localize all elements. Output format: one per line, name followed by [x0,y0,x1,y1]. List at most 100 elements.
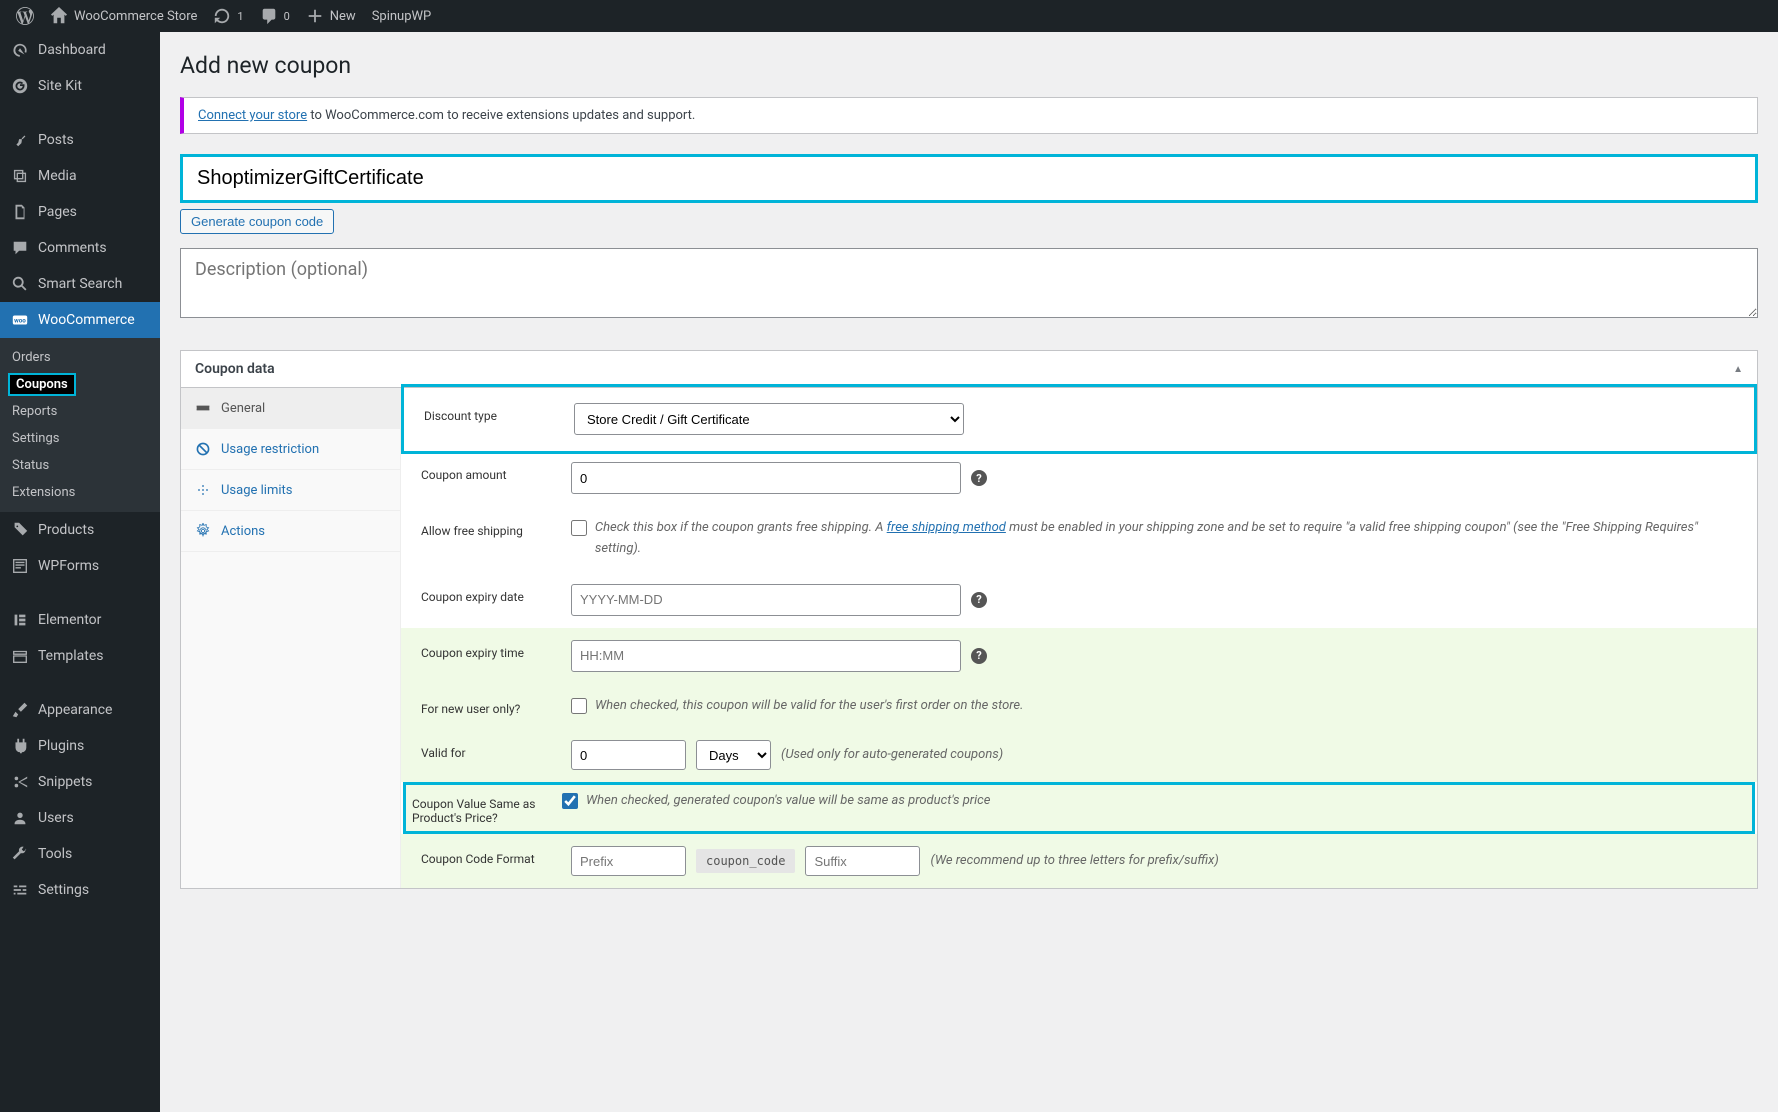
sidebar-item-label: Products [38,522,94,538]
expiry-date-input[interactable] [571,584,961,616]
wordpress-icon [16,7,34,25]
sidebar-item-comments[interactable]: Comments [0,230,160,266]
pages-icon [10,202,30,222]
sidebar-item-wpforms[interactable]: WPForms [0,548,160,584]
code-format-note: (We recommend up to three letters for pr… [930,851,1218,872]
update-count: 1 [237,10,243,23]
sidebar-item-appearance[interactable]: Appearance [0,692,160,728]
tab-actions[interactable]: Actions [181,511,400,552]
row-same-as-price: Coupon Value Same as Product's Price? Wh… [403,782,1755,834]
sidebar-item-media[interactable]: Media [0,158,160,194]
sidebar-item-plugins[interactable]: Plugins [0,728,160,764]
help-icon[interactable]: ? [971,470,987,486]
free-shipping-note: Check this box if the coupon grants free… [595,518,1737,560]
notice-text: to WooCommerce.com to receive extensions… [307,108,695,123]
new-user-checkbox[interactable] [571,698,587,714]
sidebar-item-settings[interactable]: Settings [0,872,160,908]
help-icon[interactable]: ? [971,648,987,664]
main-content: Add new coupon Connect your store to Woo… [160,32,1778,1112]
sidebar-item-templates[interactable]: Templates [0,638,160,674]
admin-bar: WooCommerce Store 1 0 New SpinupWP [0,0,1778,32]
panel-heading: Coupon data ▲ [181,351,1757,388]
users-icon [10,808,30,828]
row-free-shipping: Allow free shipping Check this box if th… [401,506,1757,572]
free-shipping-checkbox[interactable] [571,520,587,536]
collapse-toggle[interactable]: ▲ [1733,364,1743,375]
row-valid-for: Valid for Days (Used only for auto-gener… [401,728,1757,782]
free-shipping-link[interactable]: free shipping method [887,520,1006,535]
sidebar-item-elementor[interactable]: Elementor [0,602,160,638]
plus-icon [306,7,324,25]
sidebar-item-label: Tools [38,846,72,862]
suffix-input[interactable] [805,846,920,876]
sidebar-item-woocommerce[interactable]: woo WooCommerce [0,302,160,338]
comments-link[interactable]: 0 [252,0,298,32]
label-coupon-amount: Coupon amount [421,462,571,482]
generate-code-button[interactable]: Generate coupon code [180,209,334,234]
sidebar-item-posts[interactable]: Posts [0,122,160,158]
sidebar-item-dashboard[interactable]: Dashboard [0,32,160,68]
site-link[interactable]: WooCommerce Store [42,0,205,32]
label-free-shipping: Allow free shipping [421,518,571,538]
sidebar-item-label: Comments [38,240,107,256]
sidebar-item-users[interactable]: Users [0,800,160,836]
tab-usage-restriction[interactable]: Usage restriction [181,429,400,470]
sidebar-item-label: Elementor [38,612,101,628]
tab-general[interactable]: General [181,388,400,429]
new-label: New [330,9,356,24]
help-icon[interactable]: ? [971,592,987,608]
sidebar-item-label: Users [38,810,74,826]
valid-for-input[interactable] [571,740,686,770]
gear-icon [195,523,211,539]
comment-icon [10,238,30,258]
sidebar-item-pages[interactable]: Pages [0,194,160,230]
comment-icon [260,7,278,25]
label-expiry-time: Coupon expiry time [421,640,571,660]
svg-text:woo: woo [14,317,26,325]
sub-reports[interactable]: Reports [0,398,160,425]
products-icon [10,520,30,540]
sub-status[interactable]: Status [0,452,160,479]
wp-logo[interactable] [8,0,42,32]
connect-link[interactable]: Connect your store [198,108,307,123]
sub-orders[interactable]: Orders [0,344,160,371]
woo-icon: woo [10,310,30,330]
home-icon [50,7,68,25]
row-expiry-time: Coupon expiry time ? [401,628,1757,684]
elementor-icon [10,610,30,630]
comment-count: 0 [284,10,290,23]
same-as-price-checkbox[interactable] [562,793,578,809]
search-icon [10,274,30,294]
connect-notice: Connect your store to WooCommerce.com to… [180,97,1758,134]
valid-for-unit-select[interactable]: Days [696,740,771,770]
updates-link[interactable]: 1 [205,0,251,32]
sidebar-item-tools[interactable]: Tools [0,836,160,872]
row-coupon-amount: Coupon amount ? [401,450,1757,506]
same-as-price-note: When checked, generated coupon's value w… [586,791,990,812]
sidebar-item-snippets[interactable]: Snippets [0,764,160,800]
spinup-label: SpinupWP [372,9,432,24]
discount-type-select[interactable]: Store Credit / Gift Certificate [574,403,964,435]
label-discount-type: Discount type [424,403,574,423]
expiry-time-input[interactable] [571,640,961,672]
plug-icon [10,736,30,756]
sidebar-item-products[interactable]: Products [0,512,160,548]
spinup-link[interactable]: SpinupWP [364,0,440,32]
templates-icon [10,646,30,666]
prefix-input[interactable] [571,846,686,876]
sub-extensions[interactable]: Extensions [0,479,160,506]
coupon-code-input[interactable] [180,154,1758,203]
tab-usage-limits[interactable]: Usage limits [181,470,400,511]
sidebar-item-label: Templates [38,648,104,664]
sidebar-item-label: Pages [38,204,77,220]
sidebar-item-label: Plugins [38,738,84,754]
sidebar-item-smartsearch[interactable]: Smart Search [0,266,160,302]
description-input[interactable] [180,248,1758,318]
google-icon [10,76,30,96]
new-link[interactable]: New [298,0,364,32]
coupon-amount-input[interactable] [571,462,961,494]
sub-coupons[interactable]: Coupons [8,373,76,396]
sidebar-item-sitekit[interactable]: Site Kit [0,68,160,104]
sidebar-item-label: WooCommerce [38,312,135,328]
sub-settings[interactable]: Settings [0,425,160,452]
